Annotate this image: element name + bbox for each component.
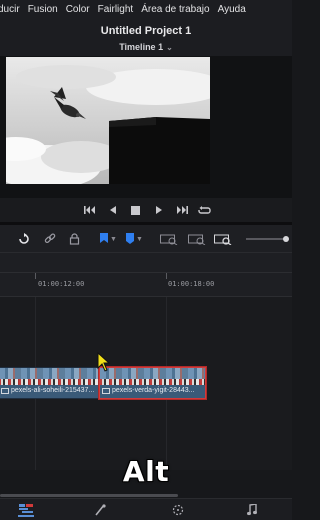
menu-item-fusion[interactable]: Fusion [24, 4, 62, 15]
marker-icon [126, 233, 134, 244]
menu-item-produce[interactable]: ducir [0, 4, 24, 15]
ruler-tick [35, 273, 36, 279]
timeline-ruler[interactable]: 01:00:12:00 01:00:18:00 [0, 273, 292, 297]
preview-frame-image [6, 57, 210, 184]
timeline-toolbar: ▼ ▼ [0, 225, 292, 253]
keystroke-caption: Alt [122, 455, 170, 488]
page-navigation-bar [0, 498, 292, 520]
color-page-icon[interactable] [170, 503, 186, 517]
stop-icon[interactable] [129, 203, 143, 217]
menu-item-workspace[interactable]: Área de trabajo [137, 4, 213, 15]
zoom-custom-icon[interactable] [214, 231, 232, 247]
edit-page-icon[interactable] [18, 503, 34, 517]
chevron-down-icon: ▼ [136, 235, 143, 243]
chevron-down-icon: ⌄ [166, 43, 173, 52]
timeline-scrollbar[interactable] [0, 494, 178, 497]
menu-bar: ducir Fusion Color Fairlight Área de tra… [0, 0, 292, 18]
clip-name: pexels-verda-yigit-28443... [112, 387, 195, 394]
menu-item-fairlight[interactable]: Fairlight [94, 4, 138, 15]
marker-menu[interactable]: ▼ [126, 231, 143, 247]
ruler-tick [166, 273, 167, 279]
ruler-timecode: 01:00:18:00 [168, 280, 215, 288]
snap-icon[interactable] [18, 231, 30, 247]
flag-menu[interactable]: ▼ [100, 231, 117, 247]
video-clip-selected[interactable]: pexels-verda-yigit-28443... [99, 367, 206, 399]
ruler-timecode: 01:00:12:00 [38, 280, 85, 288]
clip-film-icon [102, 387, 110, 394]
link-icon[interactable] [44, 231, 56, 247]
menu-item-help[interactable]: Ayuda [214, 4, 250, 15]
video-preview[interactable] [6, 57, 210, 184]
zoom-slider[interactable] [246, 231, 290, 247]
fairlight-page-icon[interactable] [244, 503, 260, 517]
flag-icon [100, 233, 108, 243]
timeline-header-spacer [0, 253, 292, 273]
menu-item-color[interactable]: Color [62, 4, 94, 15]
project-title: Untitled Project 1 [0, 18, 292, 42]
clip-film-icon [1, 387, 9, 394]
clip-thumbnails [0, 368, 98, 385]
loop-icon[interactable] [198, 203, 212, 217]
mouse-cursor-icon [97, 351, 111, 377]
fusion-page-icon[interactable] [92, 503, 108, 517]
clip-name: pexels-ali-soheili-215437... [11, 387, 95, 394]
chevron-down-icon: ▼ [110, 235, 117, 243]
timeline-selector[interactable]: Timeline 1 ⌄ [0, 42, 292, 56]
transport-controls [0, 198, 292, 222]
play-icon[interactable] [152, 203, 166, 217]
zoom-detail-icon[interactable] [188, 231, 206, 247]
lock-icon[interactable] [69, 231, 80, 247]
skip-forward-icon[interactable] [175, 203, 189, 217]
step-back-icon[interactable] [106, 203, 120, 217]
video-clip[interactable]: pexels-ali-soheili-215437... [0, 367, 99, 399]
skip-back-icon[interactable] [83, 203, 97, 217]
zoom-full-icon[interactable] [160, 231, 178, 247]
clip-thumbnails [100, 368, 205, 385]
timeline-name: Timeline 1 [119, 42, 164, 52]
